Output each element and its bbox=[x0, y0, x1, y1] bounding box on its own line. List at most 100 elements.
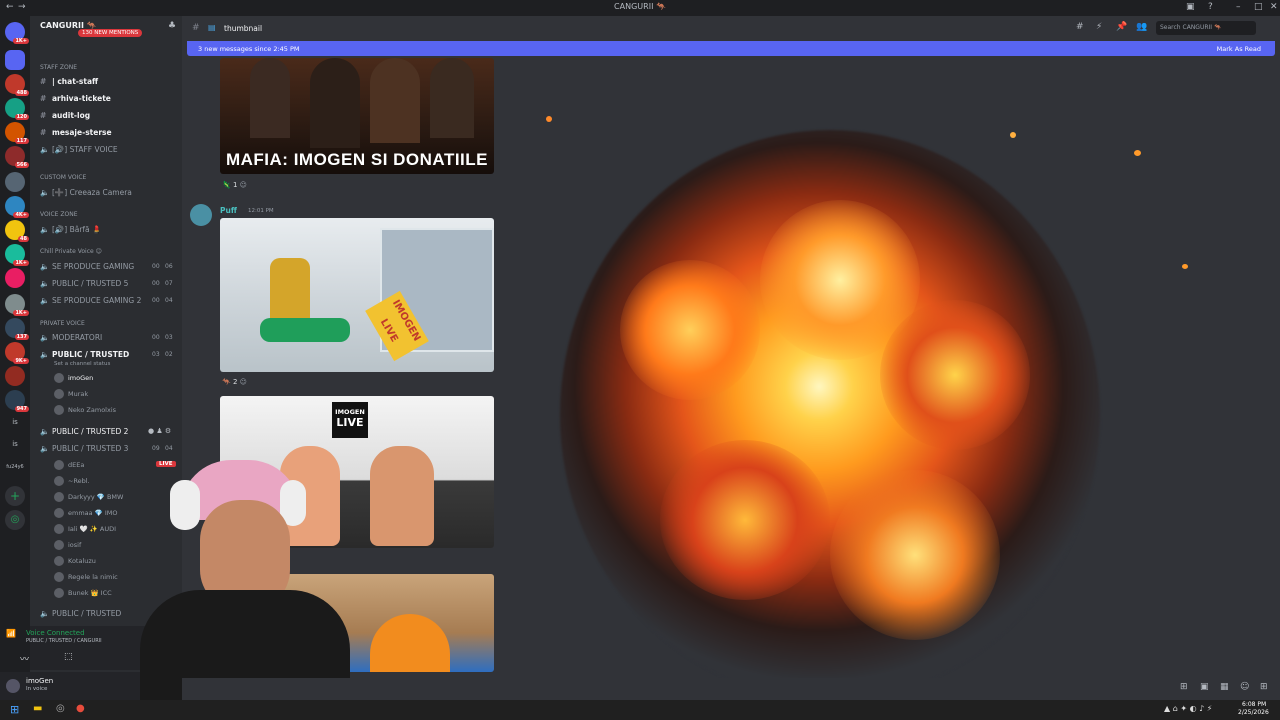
channel-public-trusted-2[interactable]: 🔈 PUBLIC / TRUSTED 2 bbox=[40, 427, 128, 436]
voice-user[interactable]: dEEa bbox=[54, 460, 84, 470]
server-icon[interactable]: 137 bbox=[5, 318, 29, 340]
maximize-icon[interactable]: □ bbox=[1254, 2, 1263, 12]
emoji-icon[interactable]: ☺ bbox=[1240, 682, 1249, 692]
voice-status[interactable]: Voice Connected bbox=[26, 629, 85, 637]
home-server-icon[interactable]: 1K+ bbox=[5, 22, 29, 44]
server-text-item[interactable]: is bbox=[5, 440, 25, 448]
server-icon[interactable]: 48 bbox=[5, 220, 29, 242]
system-tray-icons[interactable]: ▲ ⌂ ✦ ◐ ♪ ⚡ bbox=[1164, 704, 1212, 713]
server-icon[interactable]: 120 bbox=[5, 98, 29, 120]
channel-se-produce-gaming[interactable]: 🔈 SE PRODUCE GAMING bbox=[40, 262, 134, 271]
user-limit: 02 bbox=[165, 351, 173, 358]
avatar[interactable] bbox=[190, 204, 212, 226]
server-icon[interactable] bbox=[5, 172, 25, 192]
apps-icon[interactable]: ⊞ bbox=[1260, 682, 1268, 692]
category-custom-voice[interactable]: CUSTOM VOICE bbox=[40, 174, 86, 181]
channel-creeaza-camera[interactable]: 🔈 [➕] Creeaza Camera bbox=[40, 188, 132, 197]
screen-share-icon[interactable]: ⬚ bbox=[64, 652, 73, 662]
channel-se-produce-gaming-2[interactable]: 🔈 SE PRODUCE GAMING 2 bbox=[40, 296, 141, 305]
voice-user[interactable]: Iali 🤍 ✨ AUDI bbox=[54, 524, 116, 534]
notification-bell-icon[interactable]: ⚡ bbox=[1096, 22, 1102, 32]
voice-user[interactable]: imoGen bbox=[54, 373, 93, 383]
clock-time[interactable]: 6:08 PM bbox=[1242, 701, 1266, 708]
signal-icon[interactable]: 📶 bbox=[6, 629, 16, 638]
channel-staff-voice[interactable]: 🔈 [🔊] STAFF VOICE bbox=[40, 145, 118, 154]
voice-channel[interactable]: PUBLIC / TRUSTED / CANGURII bbox=[26, 638, 102, 644]
voice-user[interactable]: Regele la nimic bbox=[54, 572, 118, 582]
channel-public-trusted-5[interactable]: 🔈 PUBLIC / TRUSTED 5 bbox=[40, 279, 128, 288]
channel-barfa[interactable]: 🔈 [🔊] Bârfă 💄 bbox=[40, 225, 101, 234]
help-icon[interactable]: ? bbox=[1208, 2, 1213, 12]
channel-label: | chat-staff bbox=[52, 77, 99, 86]
minimize-icon[interactable]: – bbox=[1236, 2, 1241, 12]
server-icon[interactable]: 1K+ bbox=[5, 294, 29, 316]
server-icon[interactable]: 1K+ bbox=[5, 244, 29, 266]
new-mentions-pill[interactable]: 130 NEW MENTIONS bbox=[78, 29, 143, 37]
gift-icon[interactable]: ⊞ bbox=[1180, 682, 1188, 692]
server-icon[interactable] bbox=[5, 366, 25, 386]
message-author[interactable]: Puff bbox=[220, 206, 237, 215]
inbox-icon[interactable]: ▣ bbox=[1186, 2, 1195, 12]
chrome-icon[interactable]: ● bbox=[76, 703, 85, 714]
voice-user[interactable]: Kotaluzu bbox=[54, 556, 96, 566]
channel-chat-icon[interactable]: ● ♟ ⚙ bbox=[148, 427, 171, 435]
taskbar-app-icon[interactable]: ◎ bbox=[56, 703, 65, 714]
server-icon[interactable]: 4K+ bbox=[5, 196, 29, 218]
channel-audit-log[interactable]: # audit-log bbox=[40, 111, 90, 120]
search-input[interactable]: Search CANGURII 🦘 bbox=[1156, 21, 1256, 35]
voice-user[interactable]: Murak bbox=[54, 389, 88, 399]
channel-arhiva-tickete[interactable]: # arhiva-tickete bbox=[40, 94, 111, 103]
channel-public-trusted[interactable]: 🔈 PUBLIC / TRUSTED bbox=[40, 350, 129, 359]
add-reaction-icon[interactable]: ☺ bbox=[240, 378, 247, 386]
server-icon[interactable] bbox=[5, 268, 25, 288]
server-icon[interactable]: 566 bbox=[5, 146, 29, 168]
category-chill-private[interactable]: Chill Private Voice 😊 bbox=[40, 248, 102, 255]
gif-icon[interactable]: ▣ bbox=[1200, 682, 1209, 692]
threads-icon[interactable]: # bbox=[1076, 22, 1084, 32]
server-icon[interactable]: 488 bbox=[5, 74, 29, 96]
category-private-voice[interactable]: PRIVATE VOICE bbox=[40, 320, 85, 327]
channel-public-trusted-last[interactable]: 🔈 PUBLIC / TRUSTED bbox=[40, 609, 121, 618]
message-image[interactable]: IMOGEN LIVE bbox=[220, 218, 494, 372]
voice-user[interactable]: emmaa 💎 IMO bbox=[54, 508, 118, 518]
server-icon[interactable]: 9K+ bbox=[5, 342, 29, 364]
member-list-icon[interactable]: 👥 bbox=[1136, 22, 1147, 32]
category-voice-zone[interactable]: VOICE ZONE bbox=[40, 211, 78, 218]
channel-mesaje-sterse[interactable]: # mesaje-sterse bbox=[40, 128, 112, 137]
server-icon[interactable]: 947 bbox=[5, 390, 29, 412]
voice-user[interactable]: Darkyyy 💎 BMW bbox=[54, 492, 123, 502]
add-member-icon[interactable]: ♣ bbox=[168, 21, 176, 31]
server-icon[interactable] bbox=[5, 50, 25, 70]
voice-user[interactable]: Neko Zamolxis bbox=[54, 405, 116, 415]
windows-start-icon[interactable]: ⊞ bbox=[10, 703, 19, 716]
avatar[interactable] bbox=[6, 679, 20, 693]
clock-date[interactable]: 2/25/2026 bbox=[1238, 709, 1269, 716]
reaction[interactable]: 🦎 1 ☺ bbox=[222, 181, 247, 189]
channel-moderatori[interactable]: 🔈 MODERATORI bbox=[40, 333, 102, 342]
channel-chat-staff[interactable]: # | chat-staff bbox=[40, 77, 98, 86]
badge: 947 bbox=[14, 406, 29, 412]
file-explorer-icon[interactable]: ▬ bbox=[33, 703, 42, 714]
voice-user-name: Bunek 👑 ICC bbox=[68, 589, 112, 597]
pin-icon[interactable]: 📌 bbox=[1116, 22, 1127, 32]
category-staff-zone[interactable]: STAFF ZONE bbox=[40, 64, 77, 71]
discover-icon[interactable]: ◎ bbox=[5, 510, 25, 530]
channel-status-hint[interactable]: Set a channel status bbox=[54, 361, 110, 367]
channel-public-trusted-3[interactable]: 🔈 PUBLIC / TRUSTED 3 bbox=[40, 444, 128, 453]
server-text-item[interactable]: fu24y6 bbox=[5, 464, 25, 470]
user-name[interactable]: imoGen bbox=[26, 677, 53, 685]
server-text-item[interactable]: is bbox=[5, 418, 25, 426]
sticker-icon[interactable]: ▦ bbox=[1220, 682, 1229, 692]
add-server-icon[interactable]: + bbox=[5, 486, 25, 506]
mark-as-read-button[interactable]: Mark As Read bbox=[1217, 45, 1261, 53]
voice-user[interactable]: ~Rebl. bbox=[54, 476, 90, 486]
noise-suppression-icon[interactable]: 〰 bbox=[20, 652, 29, 665]
reaction[interactable]: 🦘 2 ☺ bbox=[222, 378, 247, 386]
new-messages-banner[interactable]: 3 new messages since 2:45 PM Mark As Rea… bbox=[187, 41, 1275, 56]
close-icon[interactable]: ✕ bbox=[1270, 2, 1278, 12]
server-icon[interactable]: 117 bbox=[5, 122, 29, 144]
voice-user[interactable]: iosif bbox=[54, 540, 81, 550]
voice-user[interactable]: Bunek 👑 ICC bbox=[54, 588, 112, 598]
message-image[interactable]: MAFIA: IMOGEN SI DONATIILE bbox=[220, 58, 494, 174]
add-reaction-icon[interactable]: ☺ bbox=[240, 181, 247, 189]
